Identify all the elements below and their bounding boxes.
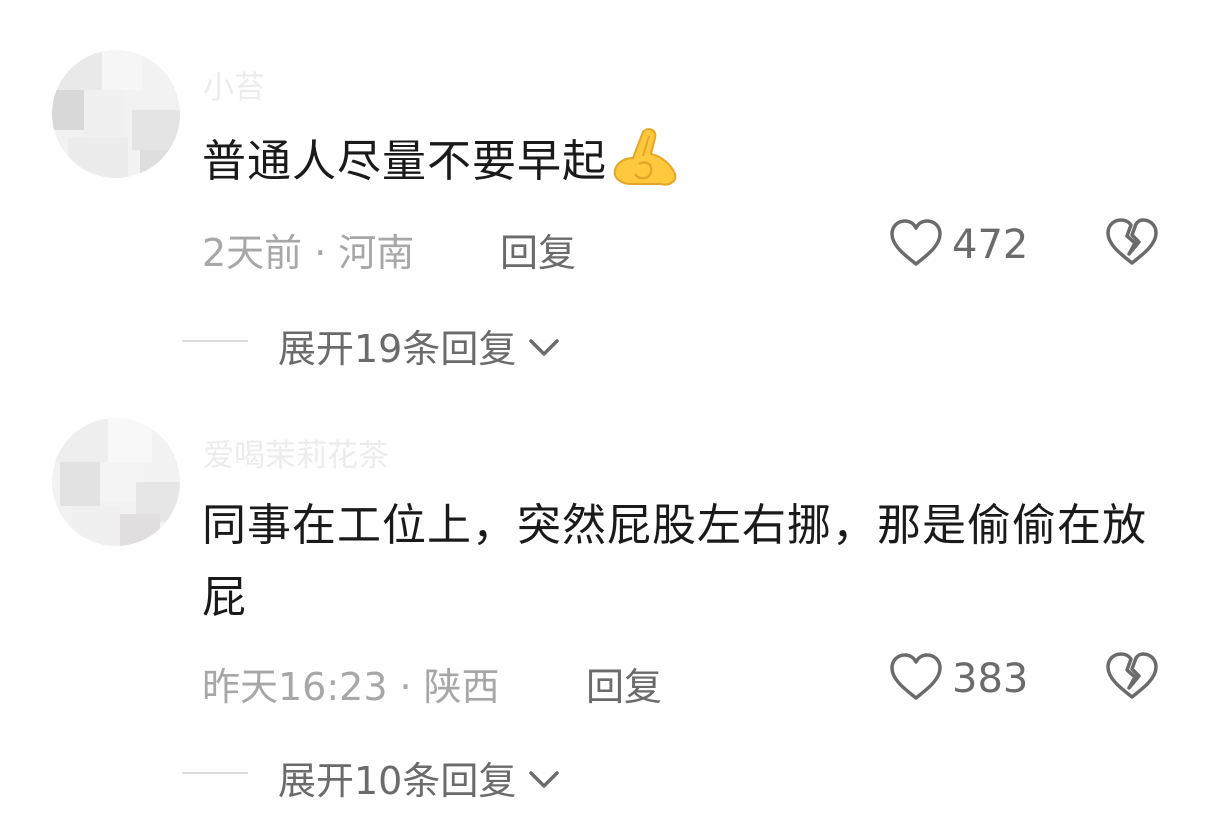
comment-time: 昨天16:23 [202, 665, 388, 709]
comment-time: 2天前 [202, 231, 303, 275]
dislike-button[interactable] [1104, 216, 1160, 272]
divider [182, 772, 248, 774]
pinched-fingers-emoji [609, 124, 681, 188]
comment-location: 陕西 [423, 665, 500, 709]
broken-heart-icon [1104, 218, 1160, 272]
heart-icon [888, 218, 944, 272]
expand-replies-label: 展开10条回复 [278, 759, 517, 803]
avatar[interactable] [52, 50, 180, 178]
comment-location: 河南 [338, 231, 415, 275]
comment-meta: 昨天16:23 · 陕西 [202, 656, 500, 711]
comment-text: 普通人尽量不要早起 [202, 124, 1162, 198]
avatar[interactable] [52, 418, 180, 546]
like-button[interactable]: 383 [888, 652, 1028, 706]
comment-meta: 2天前 · 河南 [202, 222, 414, 277]
reply-button[interactable]: 回复 [586, 656, 662, 711]
chevron-down-icon [516, 756, 560, 800]
divider [182, 340, 248, 342]
expand-replies-button[interactable]: 展开10条回复 [278, 750, 560, 805]
dislike-button[interactable] [1104, 650, 1160, 706]
like-button[interactable]: 472 [888, 218, 1028, 272]
chevron-down-icon [516, 324, 560, 368]
expand-replies-label: 展开19条回复 [278, 327, 517, 371]
like-count: 383 [952, 656, 1029, 702]
broken-heart-icon [1104, 652, 1160, 706]
expand-replies-button[interactable]: 展开19条回复 [278, 318, 560, 373]
heart-icon [888, 652, 944, 706]
like-count: 472 [952, 222, 1029, 268]
username[interactable]: 爱喝茉莉花茶 [203, 430, 389, 475]
comment-text: 同事在工位上，突然屁股左右挪，那是偷偷在放屁 [202, 500, 1147, 623]
comment-text-body: 普通人尽量不要早起 [202, 136, 607, 187]
separator-dot: · [399, 665, 412, 709]
separator-dot: · [314, 231, 327, 275]
reply-button[interactable]: 回复 [500, 222, 576, 277]
username[interactable]: 小苔 [203, 62, 265, 107]
